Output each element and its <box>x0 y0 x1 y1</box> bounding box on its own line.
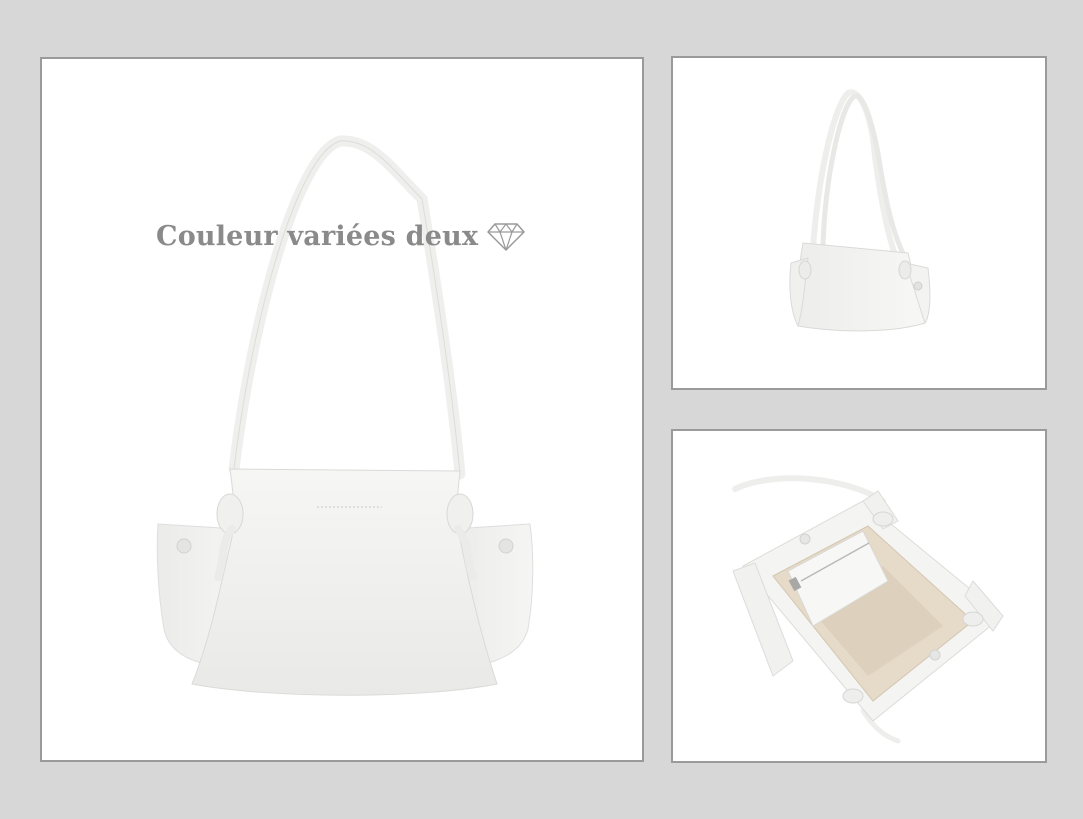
main-product-image: Couleur variées deux <box>40 57 644 762</box>
caption: Couleur variées deux <box>156 221 527 252</box>
caption-text: Couleur variées deux <box>156 221 479 252</box>
angled-product-image <box>671 56 1047 390</box>
bag-interior-image <box>732 475 1004 744</box>
bag-front-image <box>156 135 534 696</box>
bag-angled-image <box>789 89 931 332</box>
interior-product-image <box>671 429 1047 763</box>
diamond-icon <box>487 222 525 251</box>
